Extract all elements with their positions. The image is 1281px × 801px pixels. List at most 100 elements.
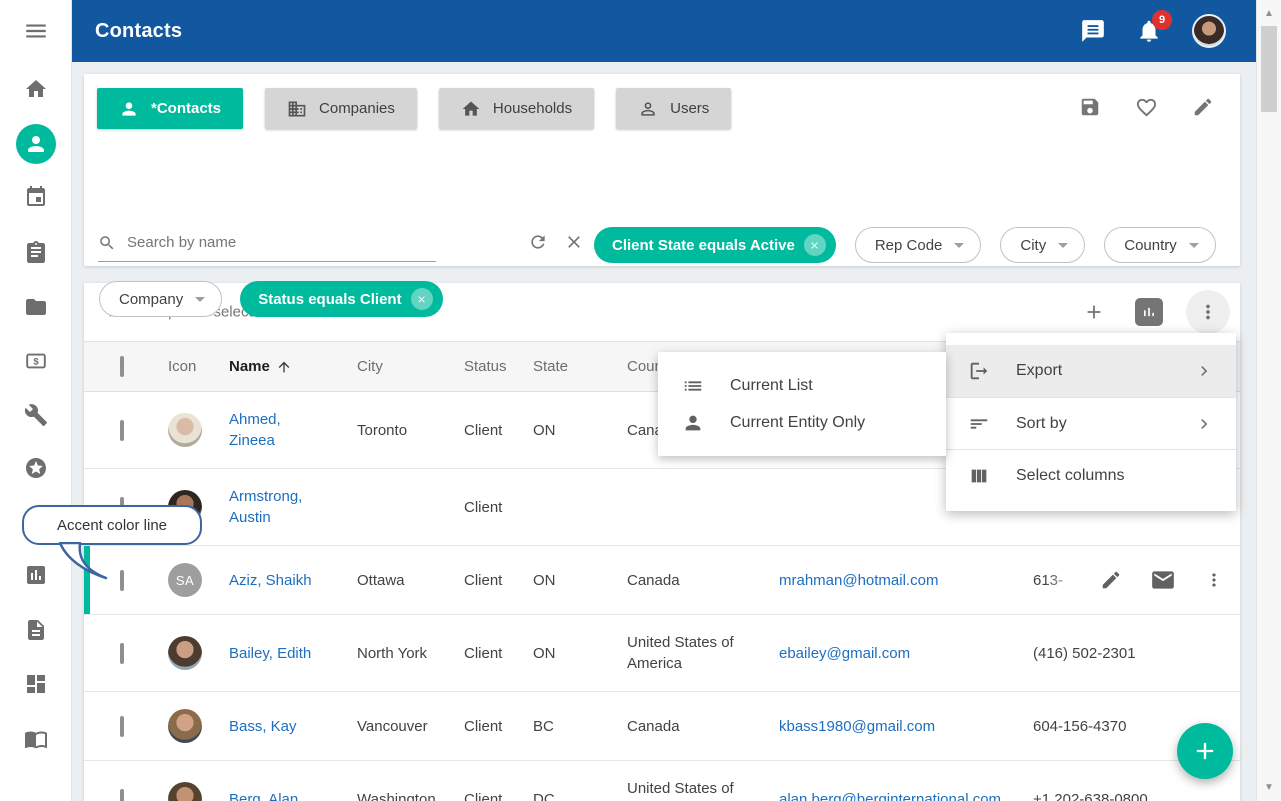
- chip-remove-icon[interactable]: [804, 234, 826, 256]
- edit-pencil-icon[interactable]: [1192, 96, 1214, 119]
- user-avatar[interactable]: [1192, 14, 1226, 48]
- row-checkbox[interactable]: [120, 716, 124, 737]
- row-avatar: [168, 709, 202, 743]
- filter-chip-city[interactable]: City: [1000, 227, 1085, 263]
- row-checkbox[interactable]: [120, 570, 124, 591]
- row-avatar: SA: [168, 563, 202, 597]
- menu-item-export[interactable]: Export: [946, 345, 1236, 397]
- tab-contacts[interactable]: *Contacts: [97, 88, 243, 129]
- column-header-name[interactable]: Name: [229, 358, 357, 375]
- hamburger-menu-icon[interactable]: [0, 9, 71, 53]
- table-row[interactable]: SA Aziz, Shaikh Ottawa Client ON Canada …: [84, 546, 1240, 615]
- filter-panel: *Contacts Companies Households Users: [84, 74, 1240, 266]
- sidebar-item-tasks[interactable]: [0, 230, 71, 274]
- column-header-status[interactable]: Status: [464, 358, 533, 375]
- more-options-menu: Export Sort by Select columns: [946, 333, 1236, 511]
- sidebar-item-folders[interactable]: [0, 285, 71, 329]
- scrollbar-thumb[interactable]: [1261, 26, 1277, 112]
- sidebar-item-tools[interactable]: [0, 393, 71, 437]
- contact-name-link[interactable]: Berg, Alan: [229, 789, 298, 801]
- column-header-city[interactable]: City: [357, 358, 464, 375]
- chip-label: City: [1020, 237, 1046, 254]
- sidebar-item-dashboard[interactable]: [0, 662, 71, 706]
- cell-status: Client: [464, 570, 533, 591]
- callout-text: Accent color line: [57, 517, 167, 534]
- row-checkbox[interactable]: [120, 420, 124, 441]
- tab-companies[interactable]: Companies: [265, 88, 417, 129]
- cell-country: Canada: [627, 570, 779, 591]
- add-icon[interactable]: [1083, 301, 1105, 323]
- submenu-item-label: Current List: [730, 377, 813, 395]
- sidebar-item-directory[interactable]: [0, 717, 71, 761]
- menu-item-label: Sort by: [1016, 415, 1067, 433]
- favorite-heart-icon[interactable]: [1135, 96, 1158, 119]
- cell-state: ON: [533, 420, 627, 441]
- submenu-item-current-list[interactable]: Current List: [658, 367, 946, 404]
- contact-name-link[interactable]: Ahmed, Zineea: [229, 409, 325, 451]
- row-email-envelope-icon[interactable]: [1150, 567, 1176, 593]
- filter-chip-company[interactable]: Company: [99, 281, 222, 317]
- contact-email-link[interactable]: alan.berg@berginternational.com: [779, 791, 1001, 801]
- tab-households[interactable]: Households: [439, 88, 594, 129]
- contact-name-link[interactable]: Armstrong, Austin: [229, 486, 325, 528]
- tab-users[interactable]: Users: [616, 88, 731, 129]
- table-row[interactable]: Bailey, Edith North York Client ON Unite…: [84, 615, 1240, 692]
- app-window: $ Contacts 9 *Contacts Companie: [0, 0, 1281, 801]
- cell-status: Client: [464, 789, 533, 801]
- scroll-up-arrow-icon[interactable]: ▲: [1257, 8, 1281, 19]
- contact-name-link[interactable]: Bailey, Edith: [229, 643, 311, 664]
- person-icon: [119, 99, 139, 119]
- row-checkbox[interactable]: [120, 789, 124, 801]
- export-icon: [968, 360, 990, 382]
- sidebar-item-documents[interactable]: [0, 608, 71, 652]
- cell-status: Client: [464, 420, 533, 441]
- clear-search-icon[interactable]: [564, 232, 584, 252]
- contacts-active-icon: [16, 124, 56, 164]
- list-icon: [682, 375, 704, 397]
- row-more-dots-icon[interactable]: [1204, 570, 1224, 590]
- more-options-icon[interactable]: [1186, 290, 1230, 334]
- submenu-item-current-entity-only[interactable]: Current Entity Only: [658, 404, 946, 441]
- scroll-down-arrow-icon[interactable]: ▼: [1257, 782, 1281, 793]
- filter-chip-country[interactable]: Country: [1104, 227, 1216, 263]
- chip-remove-icon[interactable]: [411, 288, 433, 310]
- sidebar-item-home[interactable]: [0, 67, 71, 111]
- cell-country: Canada: [627, 716, 779, 737]
- sidebar-item-contacts[interactable]: [0, 122, 71, 166]
- filter-chip-rep-code[interactable]: Rep Code: [855, 227, 982, 263]
- cell-status: Client: [464, 643, 533, 664]
- contact-email-link[interactable]: kbass1980@gmail.com: [779, 718, 935, 735]
- sidebar-item-calendar[interactable]: [0, 175, 71, 219]
- contact-email-link[interactable]: ebailey@gmail.com: [779, 645, 910, 662]
- chart-view-icon[interactable]: [1135, 298, 1163, 326]
- menu-item-select-columns[interactable]: Select columns: [946, 449, 1236, 501]
- table-row[interactable]: Berg, Alan Washington Client DC United S…: [84, 761, 1240, 801]
- tab-label: Households: [493, 100, 572, 117]
- row-edit-pencil-icon[interactable]: [1100, 569, 1122, 591]
- add-contact-fab[interactable]: [1177, 723, 1233, 779]
- row-avatar: [168, 782, 202, 801]
- chat-icon[interactable]: [1080, 18, 1106, 44]
- contact-name-link[interactable]: Aziz, Shaikh: [229, 570, 312, 591]
- notifications-bell-icon[interactable]: 9: [1136, 18, 1162, 44]
- table-row[interactable]: Bass, Kay Vancouver Client BC Canada kba…: [84, 692, 1240, 761]
- vertical-scrollbar[interactable]: ▲ ▼: [1256, 0, 1281, 801]
- contact-name-link[interactable]: Bass, Kay: [229, 716, 297, 737]
- select-all-checkbox[interactable]: [120, 356, 124, 377]
- filter-chip-client-state[interactable]: Client State equals Active: [594, 227, 836, 263]
- save-icon[interactable]: [1079, 96, 1101, 119]
- search-input[interactable]: [127, 234, 436, 251]
- accent-line-callout: Accent color line: [22, 505, 202, 545]
- cell-country: United States of America: [627, 778, 779, 801]
- cell-state: ON: [533, 570, 627, 591]
- column-header-state[interactable]: State: [533, 358, 627, 375]
- column-header-icon[interactable]: Icon: [168, 358, 229, 375]
- row-checkbox[interactable]: [120, 643, 124, 664]
- contact-email-link[interactable]: mrahman@hotmail.com: [779, 572, 938, 589]
- export-submenu: Current List Current Entity Only: [658, 352, 946, 456]
- sidebar-item-billing[interactable]: $: [0, 339, 71, 383]
- filter-chip-status[interactable]: Status equals Client: [240, 281, 442, 317]
- menu-item-sort-by[interactable]: Sort by: [946, 397, 1236, 449]
- sidebar-item-favorites[interactable]: [0, 446, 71, 490]
- refresh-icon[interactable]: [528, 232, 548, 252]
